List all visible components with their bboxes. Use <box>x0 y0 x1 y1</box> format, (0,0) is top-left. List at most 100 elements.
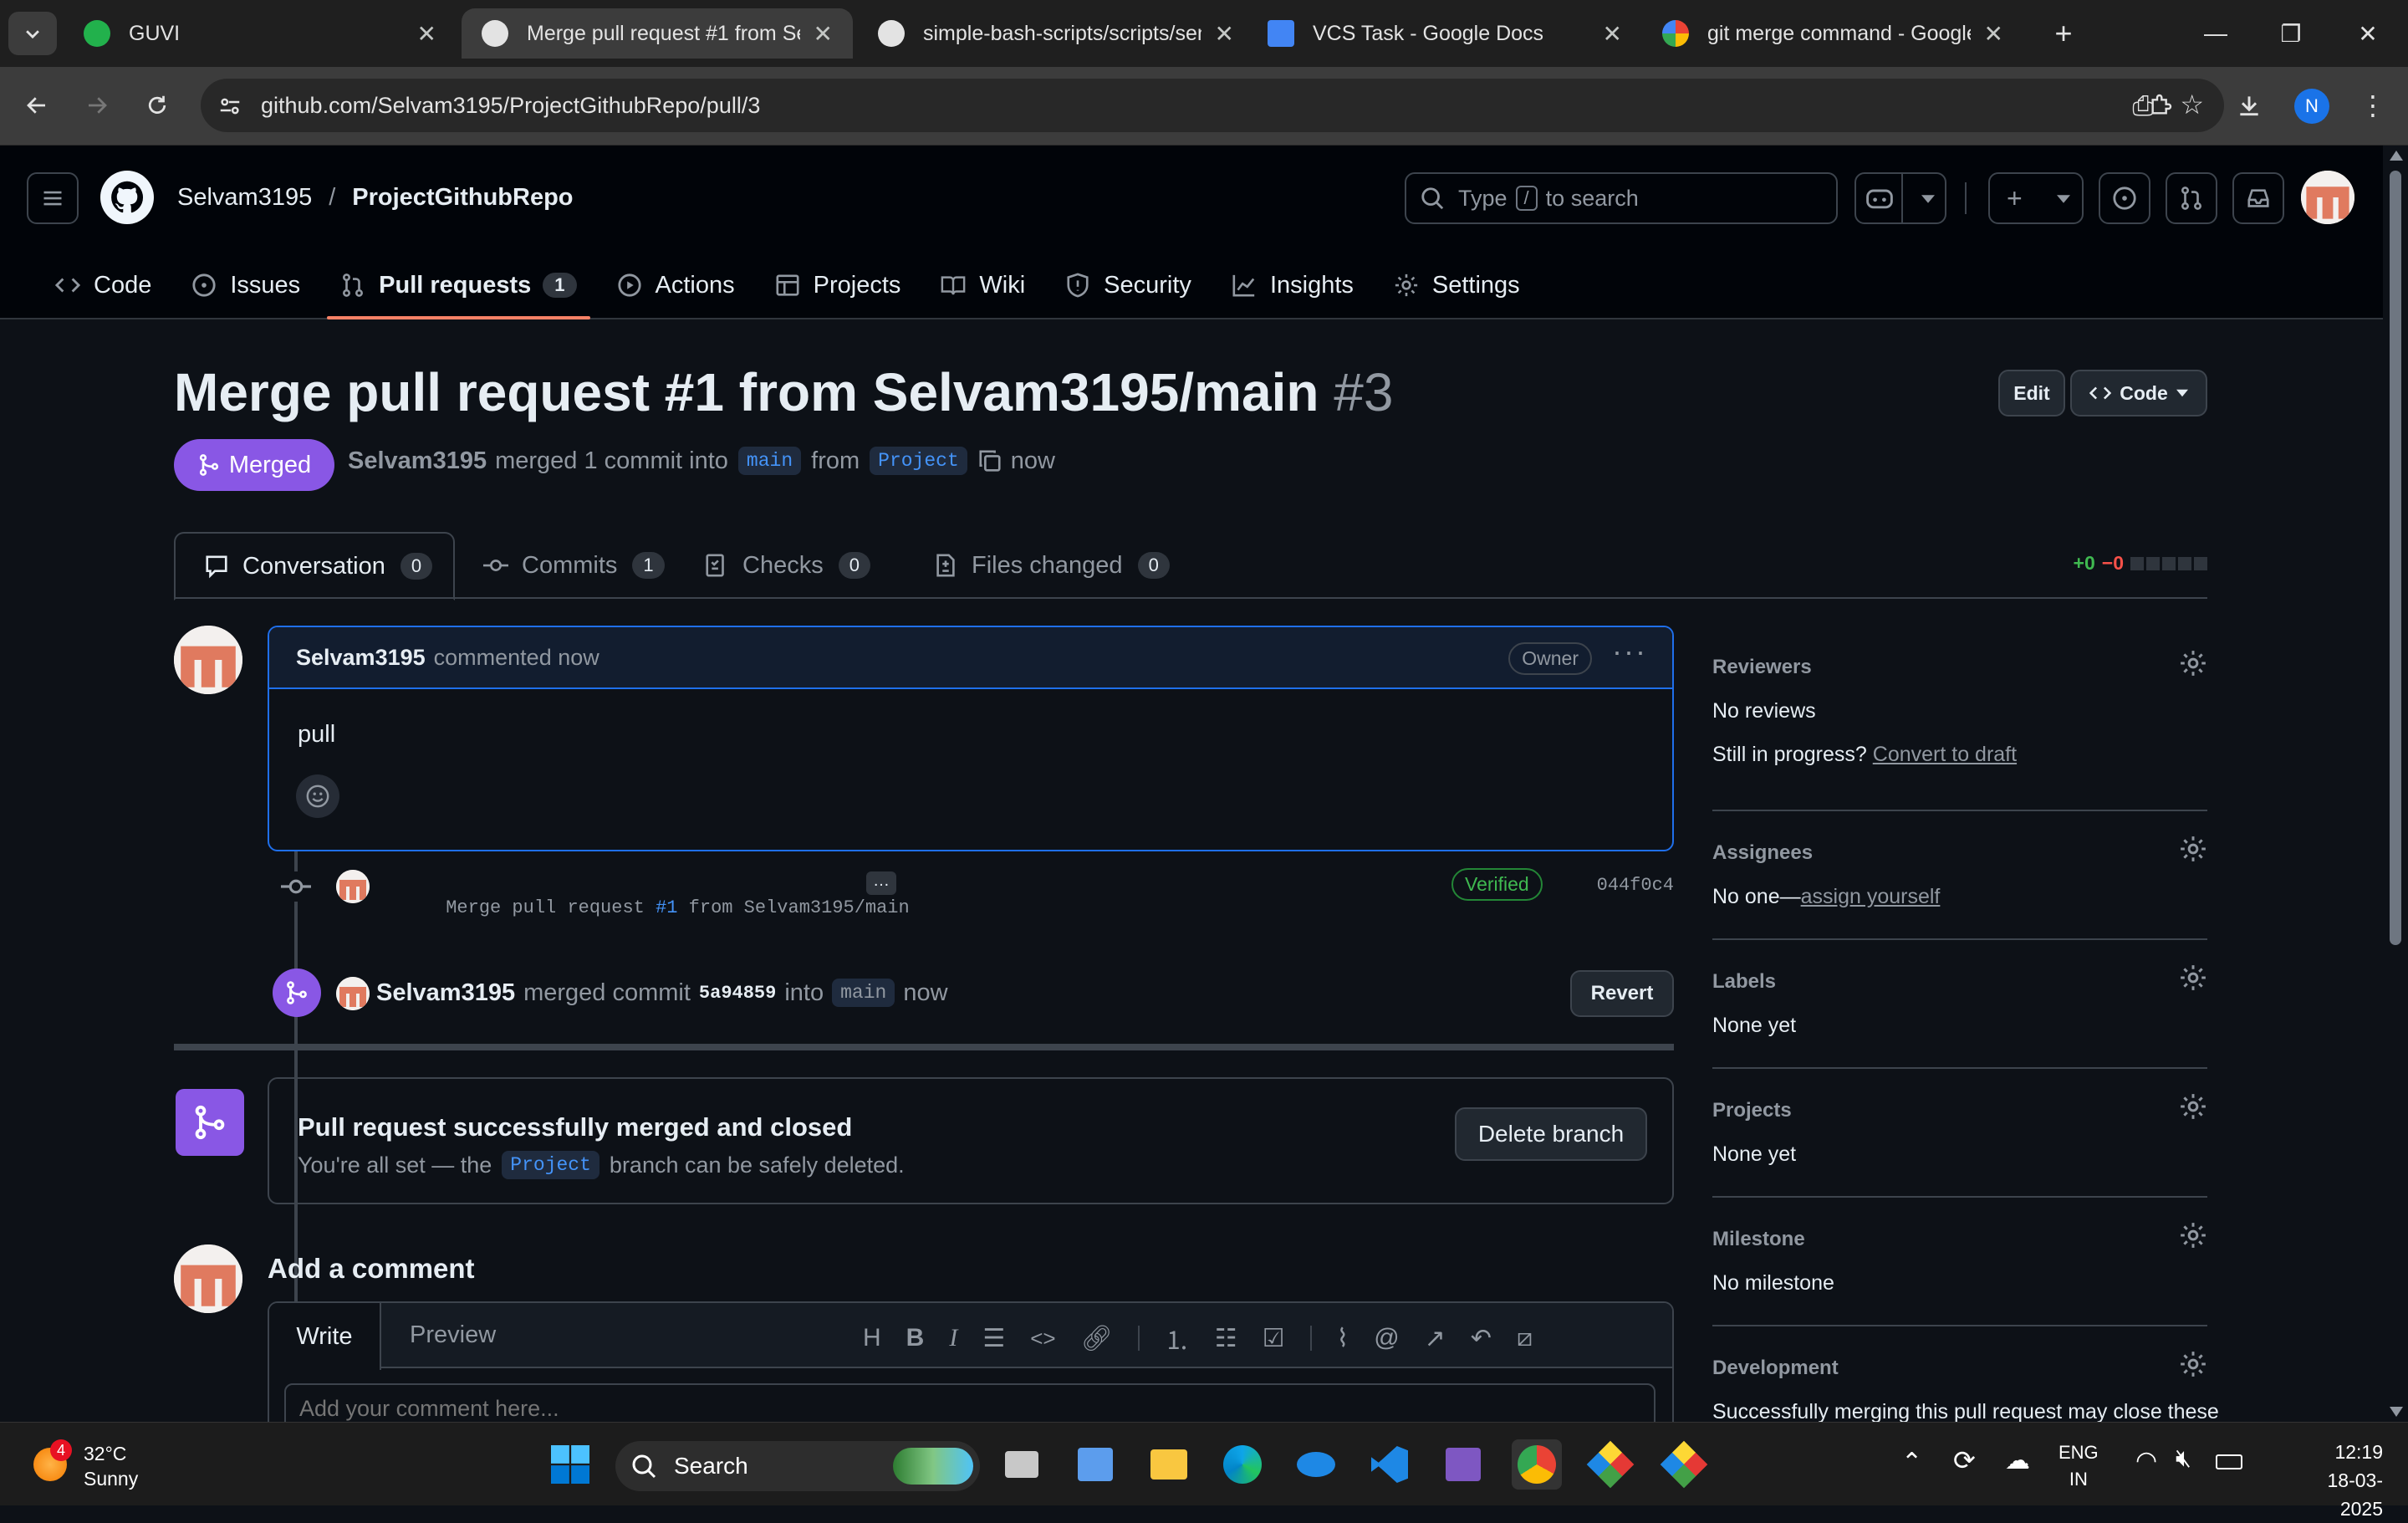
clock[interactable]: 12:19 18-03-2025 <box>2291 1438 2383 1523</box>
pull-requests-button[interactable] <box>2166 172 2217 224</box>
tray-overflow-icon[interactable]: ⌃ <box>1901 1448 1922 1477</box>
language-indicator[interactable]: ENG IN <box>2059 1439 2099 1493</box>
merge-author-avatar[interactable] <box>336 977 370 1010</box>
sidebar-title[interactable]: Development <box>1712 1357 1839 1380</box>
tab-security[interactable]: Security <box>1045 251 1212 319</box>
gear-icon[interactable] <box>2179 1221 2207 1250</box>
user-avatar[interactable] <box>2301 171 2354 224</box>
tab-files-changed[interactable]: Files changed 0 <box>905 532 1198 599</box>
gear-icon[interactable] <box>2179 835 2207 863</box>
commit-author-avatar[interactable] <box>336 870 370 903</box>
gear-icon[interactable] <box>2179 1350 2207 1378</box>
forward-icon[interactable] <box>75 84 119 127</box>
ordered-list-icon[interactable]: ⒈ <box>1165 1320 1190 1357</box>
comment-author-avatar[interactable] <box>174 626 242 694</box>
merge-commit-sha[interactable]: 5a94859 <box>699 983 776 1004</box>
unordered-list-icon[interactable]: ☷ <box>1215 1324 1237 1353</box>
address-bar[interactable]: github.com/Selvam3195/ProjectGithubRepo/… <box>201 79 2224 132</box>
delete-branch-button[interactable]: Delete branch <box>1455 1107 1647 1161</box>
tab-projects[interactable]: Projects <box>755 251 921 319</box>
merged-branch-label[interactable]: Project <box>502 1151 599 1179</box>
tab-commits[interactable]: Commits 1 <box>455 532 693 599</box>
new-tab-button[interactable]: + <box>2040 12 2087 55</box>
remote-desktop-icon[interactable] <box>1438 1439 1488 1490</box>
search-input[interactable]: Type / to search <box>1405 172 1838 224</box>
paperclip-icon[interactable]: ⌇ <box>1337 1324 1349 1353</box>
merge-branch-label[interactable]: main <box>832 979 895 1007</box>
hamburger-menu-button[interactable] <box>27 172 79 224</box>
network-app-icon[interactable] <box>1070 1439 1120 1490</box>
issues-button[interactable] <box>2099 172 2150 224</box>
tab-search-button[interactable] <box>8 12 57 55</box>
browser-tab-pull-request[interactable]: Merge pull request #1 from Sel ✕ <box>462 8 853 59</box>
profile-avatar[interactable]: N <box>2294 89 2329 124</box>
base-branch-label[interactable]: main <box>737 447 802 475</box>
site-info-icon[interactable] <box>217 94 242 119</box>
scrollbar-thumb[interactable] <box>2390 171 2401 945</box>
reply-icon[interactable]: ↶ <box>1471 1324 1492 1353</box>
reload-icon[interactable] <box>135 84 179 127</box>
kebab-menu-icon[interactable]: ··· <box>1612 634 1647 669</box>
chrome-icon[interactable] <box>1512 1439 1562 1490</box>
create-new-button[interactable]: + <box>1988 172 2084 224</box>
pr-author-link[interactable]: Selvam3195 <box>348 447 487 475</box>
italic-icon[interactable]: I <box>949 1324 957 1352</box>
start-button[interactable] <box>545 1439 595 1490</box>
bold-icon[interactable]: B <box>906 1324 925 1352</box>
edit-button[interactable]: Edit <box>1998 370 2065 417</box>
sidebar-title[interactable]: Milestone <box>1712 1228 1805 1251</box>
browser-tab-bash-scripts[interactable]: simple-bash-scripts/scripts/sen ✕ <box>858 8 1254 59</box>
code-dropdown-button[interactable]: Code <box>2070 370 2207 417</box>
onedrive-icon[interactable]: ☁ <box>2005 1446 2030 1475</box>
sync-icon[interactable]: ⟳ <box>1953 1444 1976 1476</box>
viewer-avatar[interactable] <box>174 1244 242 1313</box>
assign-yourself-link[interactable]: assign yourself <box>1801 885 1941 908</box>
tab-pull-requests[interactable]: Pull requests 1 <box>320 251 596 319</box>
volume-muted-icon[interactable]: 🔇︎ <box>2176 1444 2191 1473</box>
sidebar-title[interactable]: Reviewers <box>1712 656 1812 679</box>
head-branch-label[interactable]: Project <box>870 447 967 475</box>
task-list-icon[interactable]: ☑ <box>1263 1324 1285 1353</box>
browser-tab-google-docs[interactable]: VCS Task - Google Docs ✕ <box>1247 8 1642 59</box>
browser-menu-icon[interactable]: ⋮ <box>2351 84 2395 127</box>
slash-command-icon[interactable]: ⧄ <box>1517 1324 1533 1352</box>
heading-icon[interactable]: H <box>863 1324 881 1352</box>
close-tab-icon[interactable]: ✕ <box>1215 20 1234 48</box>
commit-pr-link[interactable]: #1 <box>656 897 677 918</box>
link-icon[interactable]: 🔗︎ <box>1081 1324 1113 1353</box>
close-tab-icon[interactable]: ✕ <box>814 20 833 48</box>
weather-widget[interactable]: 4 32°C Sunny <box>25 1434 159 1495</box>
gear-icon[interactable] <box>2179 649 2207 677</box>
browser-tab-google-search[interactable]: git merge command - Google S ✕ <box>1642 8 2023 59</box>
copilot-button[interactable] <box>1854 172 1946 224</box>
add-reaction-button[interactable] <box>296 774 339 818</box>
commit-expand-button[interactable]: … <box>866 871 896 895</box>
download-icon[interactable] <box>2227 84 2271 127</box>
sidebar-title[interactable]: Labels <box>1712 970 1776 994</box>
tab-wiki[interactable]: Wiki <box>921 251 1045 319</box>
taskbar-search[interactable]: Search <box>615 1441 980 1491</box>
close-tab-icon[interactable]: ✕ <box>417 20 436 48</box>
window-close-button[interactable]: ✕ <box>2334 8 2401 59</box>
battery-icon[interactable] <box>2216 1454 2242 1469</box>
wifi-icon[interactable]: ◠ <box>2135 1446 2157 1475</box>
comment-author-link[interactable]: Selvam3195 <box>296 645 426 671</box>
scroll-up-arrow[interactable] <box>2390 151 2403 161</box>
tab-issues[interactable]: Issues <box>171 251 320 319</box>
close-tab-icon[interactable]: ✕ <box>1984 20 2003 48</box>
page-scrollbar[interactable] <box>2383 146 2408 1422</box>
comment-textarea[interactable] <box>284 1383 1656 1422</box>
file-explorer-icon[interactable] <box>1144 1439 1194 1490</box>
tab-conversation[interactable]: Conversation 0 <box>174 532 455 601</box>
revert-button[interactable]: Revert <box>1570 970 1674 1017</box>
owner-link[interactable]: Selvam3195 <box>177 184 312 212</box>
back-icon[interactable] <box>15 84 59 127</box>
repo-link[interactable]: ProjectGithubRepo <box>352 184 573 212</box>
bookmark-star-icon[interactable]: ☆ <box>2180 89 2204 120</box>
sidebar-title[interactable]: Assignees <box>1712 841 1813 865</box>
app-icon-swirl[interactable] <box>1291 1439 1341 1490</box>
git-gui-icon[interactable] <box>1659 1439 1709 1490</box>
tab-insights[interactable]: Insights <box>1212 251 1374 319</box>
commit-message[interactable]: Merge pull request #1 from Selvam3195/ma… <box>380 876 910 939</box>
inbox-button[interactable] <box>2232 172 2284 224</box>
